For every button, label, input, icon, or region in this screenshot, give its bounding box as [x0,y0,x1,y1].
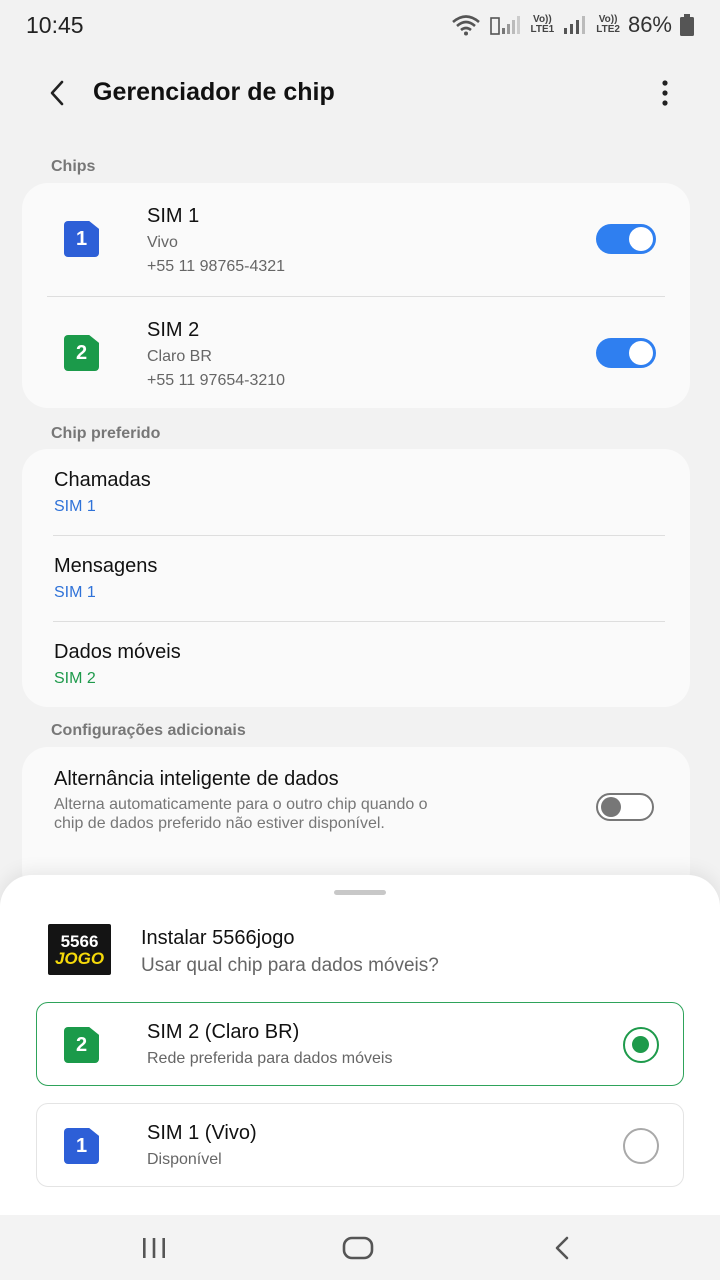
battery-percent: 86% [627,12,672,37]
recents-button[interactable] [134,1231,174,1265]
pref-title-messages: Mensagens [54,555,158,577]
sim2-name: SIM 2 [147,319,200,341]
option-sim2-radio[interactable] [623,1027,659,1063]
app-logo: 5566 JOGO [48,924,111,975]
option-sim1-title: SIM 1 (Vivo) [147,1122,257,1144]
status-icons: Vo)) LTE1 Vo)) LTE2 86% [451,12,694,38]
pref-title-calls: Chamadas [54,469,151,491]
status-bar: 10:45 Vo)) LTE1 Vo)) LTE2 86% [0,0,720,50]
volte-lte2-label: Vo)) LTE2 [596,14,620,35]
sheet-subtitle: Usar qual chip para dados móveis? [141,955,439,976]
section-label-preferred: Chip preferido [51,425,161,442]
navigation-bar [0,1215,720,1280]
pref-row-mobile-data[interactable]: Dados móveis SIM 2 [22,621,690,707]
sim1-row[interactable]: 1 SIM 1 Vivo +55 11 98765-4321 [22,183,690,296]
sheet-title: Instalar 5566jogo [141,927,295,949]
sim2-icon: 2 [64,335,99,371]
pref-value-messages: SIM 1 [54,584,96,601]
app-header: Gerenciador de chip [0,62,720,122]
sim1-carrier: Vivo [147,234,178,251]
pref-row-messages[interactable]: Mensagens SIM 1 [22,535,690,621]
sim2-carrier: Claro BR [147,348,212,365]
back-nav-button[interactable] [542,1231,582,1265]
section-label-additional: Configurações adicionais [51,722,246,739]
sim1-number: +55 11 98765-4321 [147,258,286,275]
sim1-name: SIM 1 [147,205,200,227]
pref-row-calls[interactable]: Chamadas SIM 1 [22,449,690,535]
pref-value-calls: SIM 1 [54,498,96,515]
bottom-sheet: 5566 JOGO Instalar 5566jogo Usar qual ch… [0,875,720,1215]
preferred-card: Chamadas SIM 1 Mensagens SIM 1 Dados móv… [22,449,690,707]
chevron-left-icon [50,80,64,106]
sim1-toggle[interactable] [596,224,656,254]
recents-icon [143,1238,165,1258]
home-button[interactable] [338,1231,378,1265]
sim2-number: +55 11 97654-3210 [147,372,286,389]
signal-sim1-icon [489,16,520,35]
smart-switch-description: Alterna automaticamente para o outro chi… [54,796,428,832]
option-sim2[interactable]: 2 SIM 2 (Claro BR) Rede preferida para d… [36,1002,684,1086]
pref-title-mobile-data: Dados móveis [54,641,181,663]
pref-value-mobile-data: SIM 2 [54,670,96,687]
signal-sim2-icon [564,16,586,34]
option-sim2-title: SIM 2 (Claro BR) [147,1021,300,1043]
more-vertical-icon [662,80,668,106]
back-button[interactable] [40,76,74,110]
volte-lte1-label: Vo)) LTE1 [530,14,555,35]
more-options-button[interactable] [650,76,680,110]
option-sim2-subtitle: Rede preferida para dados móveis [147,1050,393,1067]
smart-switch-title: Alternância inteligente de dados [54,768,339,790]
sim1-icon: 1 [64,221,99,257]
back-nav-icon [555,1236,569,1260]
page-title: Gerenciador de chip [93,78,335,106]
smart-switch-toggle[interactable] [596,793,654,821]
home-icon [342,1236,374,1260]
sheet-drag-handle[interactable] [334,890,386,895]
sim2-toggle[interactable] [596,338,656,368]
option-sim1[interactable]: 1 SIM 1 (Vivo) Disponível [36,1103,684,1187]
sim2-row[interactable]: 2 SIM 2 Claro BR +55 11 97654-3210 [47,296,665,408]
option-sim2-icon: 2 [64,1027,99,1063]
battery-icon [680,14,694,36]
option-sim1-icon: 1 [64,1128,99,1164]
option-sim1-radio[interactable] [623,1128,659,1164]
section-label-chips: Chips [51,158,96,175]
chips-card: 1 SIM 1 Vivo +55 11 98765-4321 2 SIM 2 C… [22,183,690,408]
option-sim1-subtitle: Disponível [147,1151,222,1168]
status-time: 10:45 [26,11,84,38]
wifi-icon [451,15,480,36]
